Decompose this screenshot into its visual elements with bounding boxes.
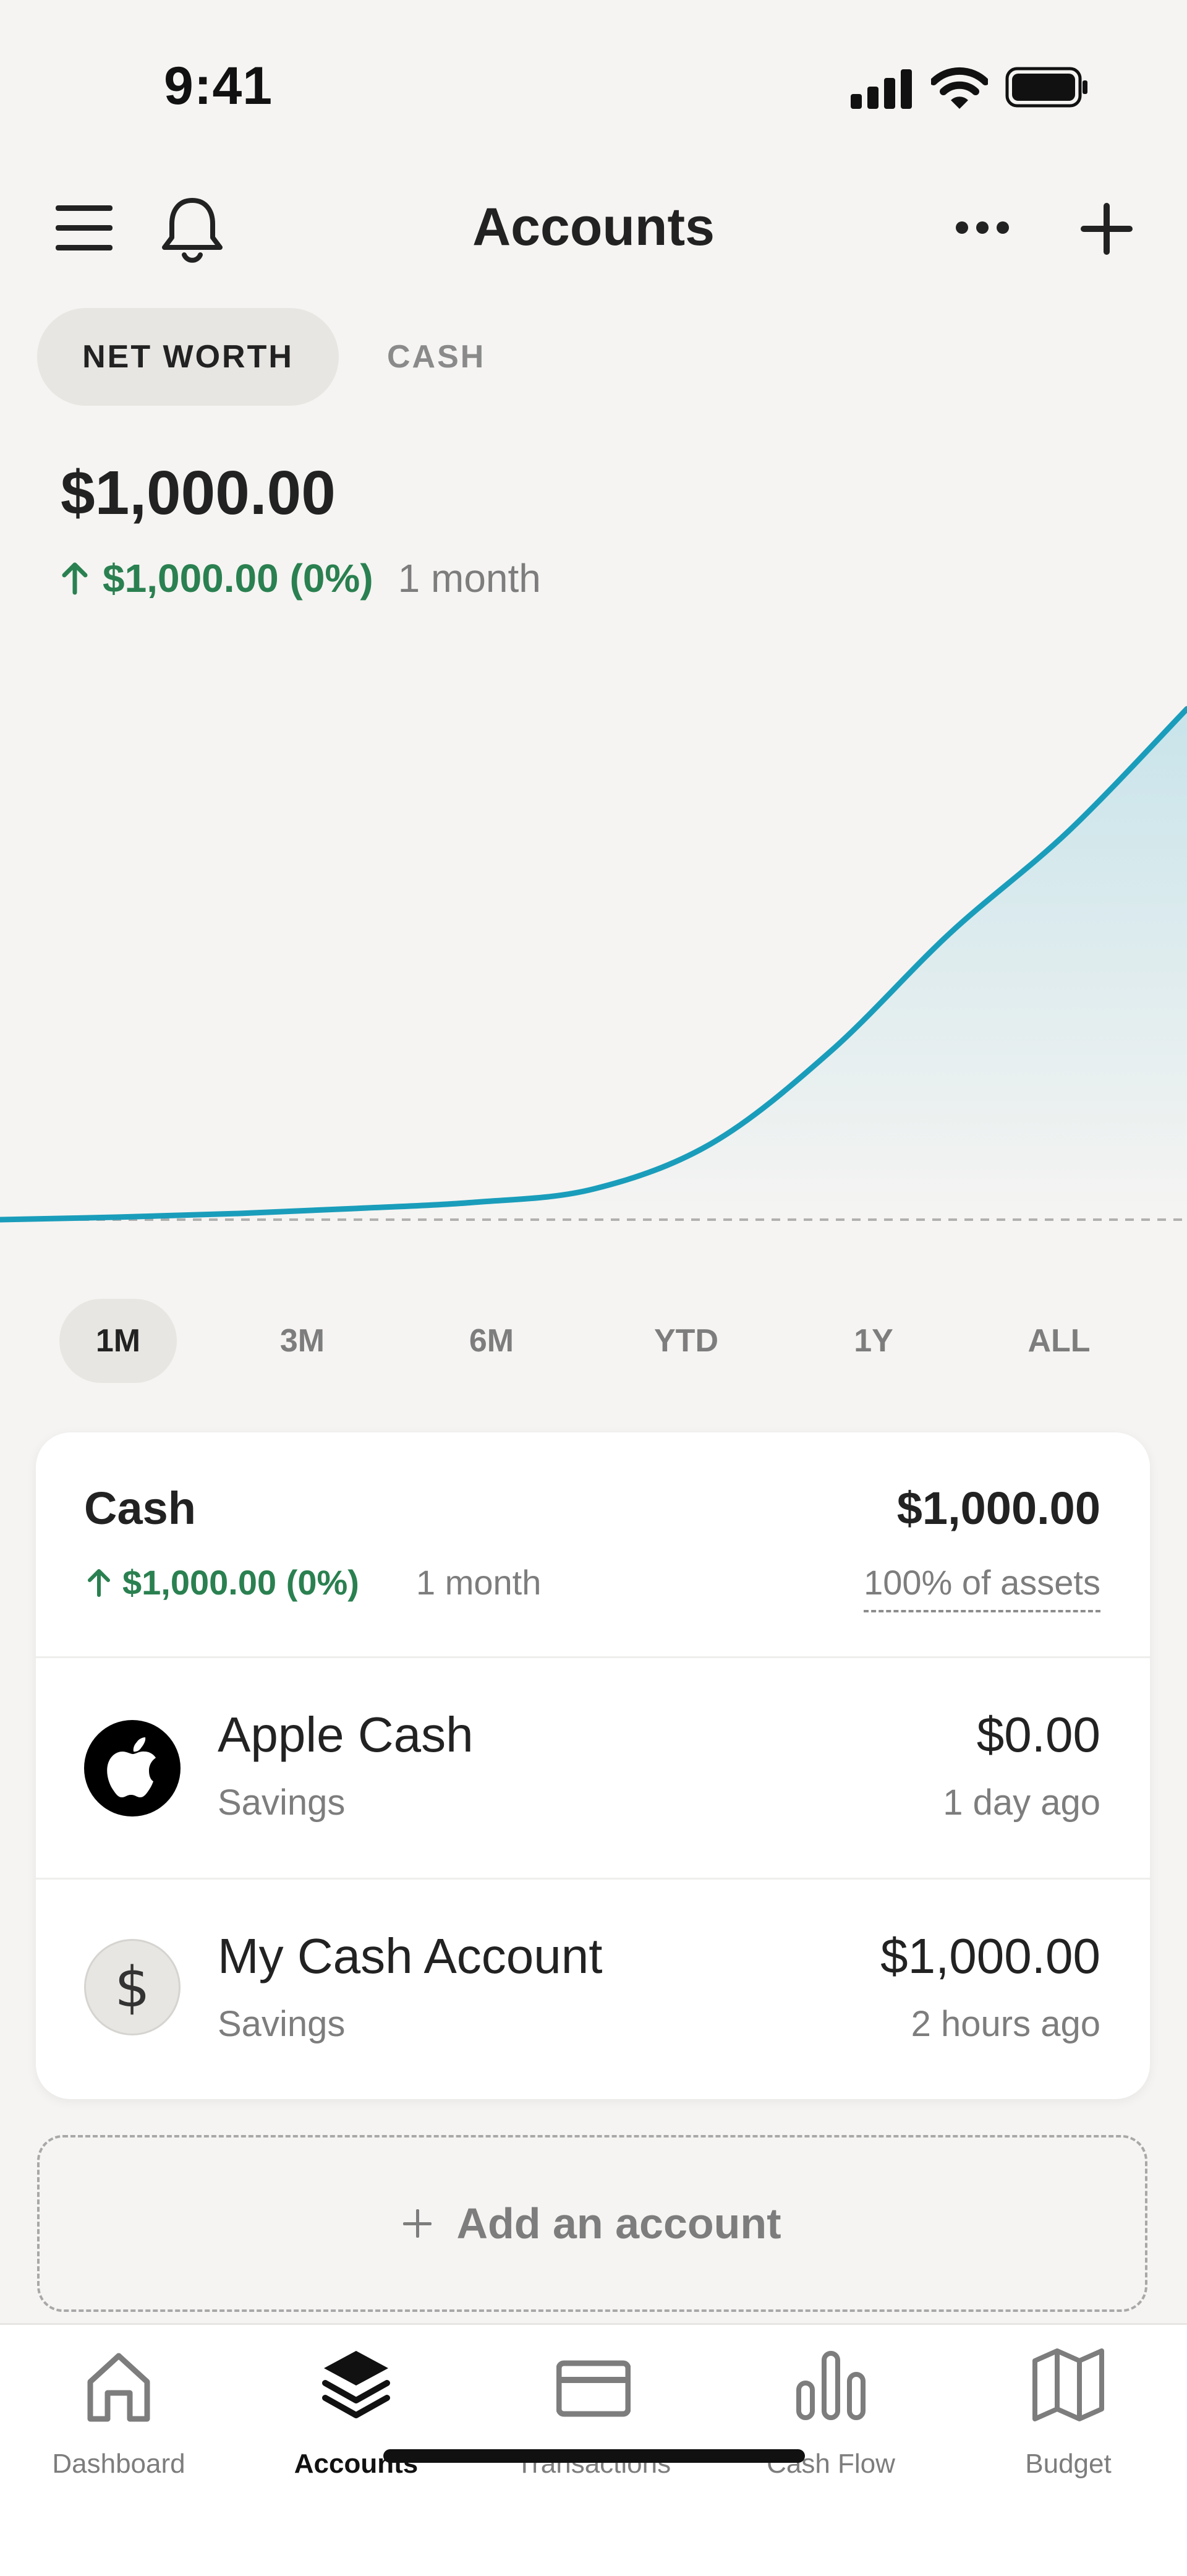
account-balance: $0.00 [976, 1707, 1100, 1762]
add-account-button[interactable]: Add an account [37, 2135, 1147, 2312]
net-worth-change: $1,000.00 (0%) 1 month [61, 555, 541, 601]
tab-cash-flow[interactable]: Cash Flow [712, 2325, 950, 2510]
account-type: Savings [218, 2004, 346, 2044]
cash-accounts-card: Cash $1,000.00 $1,000.00 (0%) 1 month 10… [36, 1432, 1150, 2099]
account-row-my-cash-account[interactable]: $ My Cash Account Savings $1,000.00 2 ho… [36, 1880, 1150, 2099]
plus-icon[interactable] [1081, 203, 1133, 255]
net-worth-chart[interactable] [0, 643, 1187, 1237]
arrow-up-icon [88, 1568, 110, 1597]
home-indicator [383, 2449, 805, 2463]
range-ytd[interactable]: YTD [628, 1299, 745, 1383]
net-worth-change-period: 1 month [398, 556, 541, 601]
net-worth-change-amount: $1,000.00 (0%) [103, 556, 373, 601]
account-balance: $1,000.00 [880, 1928, 1100, 1983]
plus-icon [403, 2209, 432, 2238]
bar-chart-icon [796, 2351, 866, 2420]
add-account-label: Add an account [456, 2199, 781, 2248]
battery-icon [1005, 67, 1089, 108]
account-name: Apple Cash [218, 1707, 474, 1762]
net-worth-value: $1,000.00 [61, 458, 336, 528]
layers-icon [322, 2351, 390, 2418]
card-icon [556, 2360, 631, 2417]
cash-group-title[interactable]: Cash [84, 1482, 196, 1534]
apple-icon [84, 1720, 181, 1816]
cellular-signal-icon [851, 69, 914, 109]
account-name: My Cash Account [218, 1928, 603, 1983]
segment-net-worth[interactable]: NET WORTH [37, 308, 339, 406]
cash-group-period: 1 month [416, 1563, 542, 1602]
account-updated: 1 day ago [943, 1782, 1100, 1823]
segment-cash[interactable]: CASH [387, 308, 485, 406]
cash-group-change: $1,000.00 (0%) [87, 1562, 359, 1603]
tab-dashboard[interactable]: Dashboard [0, 2325, 237, 2510]
status-time: 9:41 [164, 56, 273, 116]
cash-group-value: $1,000.00 [896, 1483, 1100, 1534]
tab-label: Budget [1025, 2449, 1112, 2479]
range-all[interactable]: ALL [1000, 1299, 1118, 1383]
tab-transactions[interactable]: Transactions [475, 2325, 712, 2510]
account-row-apple-cash[interactable]: Apple Cash Savings $0.00 1 day ago [36, 1658, 1150, 1878]
map-icon [1032, 2348, 1104, 2421]
cash-group-share[interactable]: 100% of assets [864, 1562, 1100, 1612]
account-type: Savings [218, 1782, 346, 1823]
tab-accounts[interactable]: Accounts [237, 2325, 475, 2510]
cash-group-change-amount: $1,000.00 (0%) [122, 1563, 359, 1602]
more-icon[interactable] [955, 220, 1010, 235]
account-updated: 2 hours ago [911, 2004, 1100, 2044]
dollar-icon: $ [84, 1939, 181, 2035]
arrow-up-icon [62, 562, 88, 595]
tab-label: Dashboard [52, 2449, 185, 2479]
range-1y[interactable]: 1Y [815, 1299, 932, 1383]
wifi-icon [930, 67, 989, 110]
chart-area-fill [0, 709, 1187, 1220]
range-6m[interactable]: 6M [433, 1299, 550, 1383]
home-icon [87, 2353, 150, 2422]
range-3m[interactable]: 3M [244, 1299, 361, 1383]
tab-budget[interactable]: Budget [950, 2325, 1187, 2510]
range-1m[interactable]: 1M [59, 1299, 177, 1383]
